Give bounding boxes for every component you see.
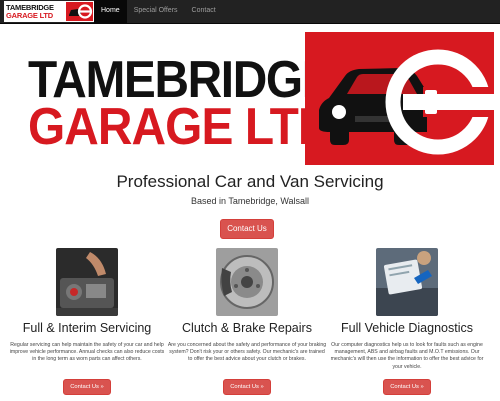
feature-title: Full Vehicle Diagnostics xyxy=(340,321,473,335)
nav-item-home[interactable]: Home xyxy=(94,0,127,23)
engine-service-photo xyxy=(56,248,118,316)
car-wrench-logo-icon xyxy=(305,32,494,165)
nav-logo[interactable]: TAMEBRIDGE GARAGE LTD xyxy=(4,1,94,22)
nav-item-special-offers[interactable]: Special Offers xyxy=(127,0,185,23)
hero-contact-button[interactable]: Contact Us xyxy=(220,219,274,239)
banner-line1: TAMEBRIDGE xyxy=(28,51,334,109)
nav-logo-line2: GARAGE LTD xyxy=(6,10,54,20)
diagnostics-photo xyxy=(376,248,438,316)
page-title: Professional Car and Van Servicing xyxy=(116,172,384,191)
car-wrench-logo-icon xyxy=(66,2,93,21)
nav-menu: Home Special Offers Contact xyxy=(94,0,223,24)
feature-contact-button[interactable]: Contact Us » xyxy=(383,379,431,395)
hero-banner: TAMEBRIDGE GARAGE LTD xyxy=(0,29,500,165)
feature-contact-button[interactable]: Contact Us » xyxy=(63,379,111,395)
feature-description: Regular servicing can help maintain the … xyxy=(9,342,165,363)
feature-description: Our computer diagnostics help us to look… xyxy=(330,342,484,370)
feature-description: Are you concerned about the safety and p… xyxy=(167,342,327,363)
feature-contact-button[interactable]: Contact Us » xyxy=(223,379,271,395)
banner-line2: GARAGE LTD xyxy=(28,98,332,156)
page-subtitle: Based in Tamebridge, Walsall xyxy=(190,196,310,206)
feature-title: Full & Interim Servicing xyxy=(22,321,152,335)
navbar: TAMEBRIDGE GARAGE LTD Home Special Offer… xyxy=(0,0,500,24)
feature-title: Clutch & Brake Repairs xyxy=(182,321,312,335)
nav-item-contact[interactable]: Contact xyxy=(185,0,223,23)
nav-logo-text: TAMEBRIDGE GARAGE LTD xyxy=(4,3,64,20)
brake-disc-photo xyxy=(216,248,278,316)
